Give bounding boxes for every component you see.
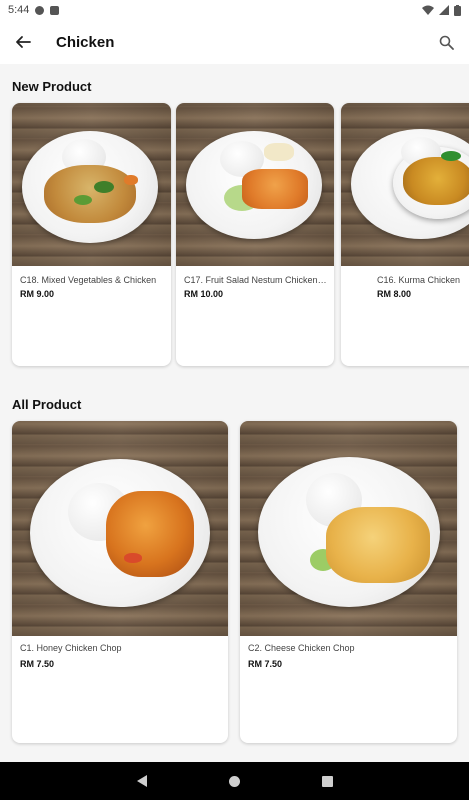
product-name: C16. Kurma Chicken bbox=[377, 275, 461, 285]
product-image bbox=[341, 103, 469, 266]
triangle-back-icon bbox=[136, 775, 147, 787]
nav-home-button[interactable] bbox=[228, 775, 240, 787]
product-name: C17. Fruit Salad Nestum Chicken Chop bbox=[184, 275, 328, 285]
search-icon bbox=[439, 35, 454, 50]
product-price: RM 7.50 bbox=[248, 659, 283, 669]
product-card[interactable]: C18. Mixed Vegetables & Chicken RM 9.00 bbox=[12, 103, 171, 366]
sim-icon bbox=[50, 5, 60, 15]
product-image bbox=[176, 103, 334, 266]
content-area[interactable]: New Product C18. Mixed Vegetables & Chic… bbox=[0, 64, 469, 762]
product-price: RM 9.00 bbox=[20, 289, 55, 299]
product-card[interactable]: C16. Kurma Chicken RM 8.00 bbox=[341, 103, 469, 366]
product-name: C1. Honey Chicken Chop bbox=[20, 643, 122, 653]
nav-recents-button[interactable] bbox=[321, 775, 333, 787]
product-image bbox=[240, 421, 457, 636]
nav-back-button[interactable] bbox=[136, 775, 147, 787]
product-card[interactable]: C2. Cheese Chicken Chop RM 7.50 bbox=[240, 421, 457, 743]
square-recents-icon bbox=[321, 775, 333, 787]
product-image bbox=[12, 103, 171, 266]
product-price: RM 7.50 bbox=[20, 659, 55, 669]
circle-home-icon bbox=[228, 775, 240, 787]
signal-icon bbox=[439, 5, 449, 15]
product-card[interactable]: C1. Honey Chicken Chop RM 7.50 bbox=[12, 421, 228, 743]
wifi-icon bbox=[422, 5, 434, 15]
product-price: RM 8.00 bbox=[377, 289, 412, 299]
back-button[interactable] bbox=[12, 31, 34, 53]
status-time: 5:44 bbox=[8, 4, 30, 16]
notification-icon bbox=[35, 5, 45, 15]
search-button[interactable] bbox=[435, 31, 457, 53]
status-bar: 5:44 bbox=[0, 0, 469, 20]
page-title: Chicken bbox=[56, 33, 115, 51]
product-name: C18. Mixed Vegetables & Chicken bbox=[20, 275, 157, 285]
product-image bbox=[12, 421, 228, 636]
system-nav-bar bbox=[0, 762, 469, 800]
product-price: RM 10.00 bbox=[184, 289, 224, 299]
app-bar: Chicken bbox=[0, 20, 469, 64]
product-card[interactable]: C17. Fruit Salad Nestum Chicken Chop RM … bbox=[176, 103, 334, 366]
new-product-heading: New Product bbox=[12, 79, 92, 94]
all-product-heading: All Product bbox=[12, 397, 82, 412]
arrow-left-icon bbox=[16, 36, 31, 48]
battery-icon bbox=[454, 4, 461, 16]
product-name: C2. Cheese Chicken Chop bbox=[248, 643, 355, 653]
